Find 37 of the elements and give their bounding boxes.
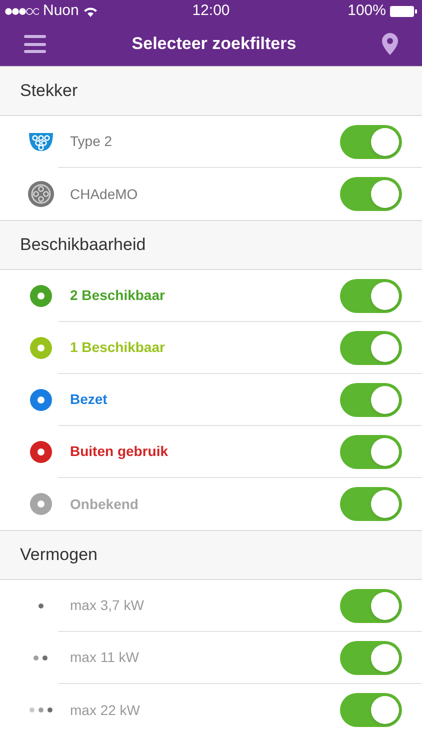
power-dots-icon xyxy=(32,654,50,662)
battery-icon xyxy=(390,6,417,16)
clock-time: 12:00 xyxy=(192,0,230,21)
filter-label: max 3,7 kW xyxy=(70,596,144,615)
menu-button[interactable] xyxy=(24,35,46,53)
power-dots-icon xyxy=(28,706,54,714)
toggle-switch[interactable] xyxy=(340,693,402,727)
wifi-icon xyxy=(82,6,98,16)
filter-label: max 11 kW xyxy=(70,648,139,667)
toggle-switch[interactable] xyxy=(340,487,402,521)
power-dots-icon xyxy=(36,602,46,610)
toggle-switch[interactable] xyxy=(340,588,402,622)
section-header: Beschikbaarheid xyxy=(0,220,422,270)
toggle-switch[interactable] xyxy=(340,434,402,468)
toggle-switch[interactable] xyxy=(340,330,402,364)
battery-percent: 100% xyxy=(348,0,386,21)
toggle-switch[interactable] xyxy=(340,640,402,674)
filter-label: max 22 kW xyxy=(70,700,140,720)
filter-label: CHAdeMO xyxy=(70,184,138,204)
section-header: Stekker xyxy=(0,66,422,116)
location-pin-button[interactable] xyxy=(382,33,398,55)
signal-icon xyxy=(5,8,39,14)
toggle-switch[interactable] xyxy=(340,177,402,211)
page-title: Selecteer zoekfilters xyxy=(132,33,296,56)
plug-icon xyxy=(27,130,55,154)
filter-label: Bezet xyxy=(70,390,108,409)
carrier-name: Nuon xyxy=(43,0,79,21)
toggle-switch[interactable] xyxy=(340,124,402,158)
section-header: Vermogen xyxy=(0,530,422,580)
toggle-switch[interactable] xyxy=(340,382,402,416)
plug-icon xyxy=(27,180,55,208)
filter-label: 1 Beschikbaar xyxy=(70,338,165,357)
filter-label: 2 Beschikbaar xyxy=(70,286,165,305)
filter-label: Buiten gebruik xyxy=(70,442,168,461)
toggle-switch[interactable] xyxy=(340,278,402,312)
filter-label: Onbekend xyxy=(70,494,138,514)
filter-label: Type 2 xyxy=(70,132,112,151)
